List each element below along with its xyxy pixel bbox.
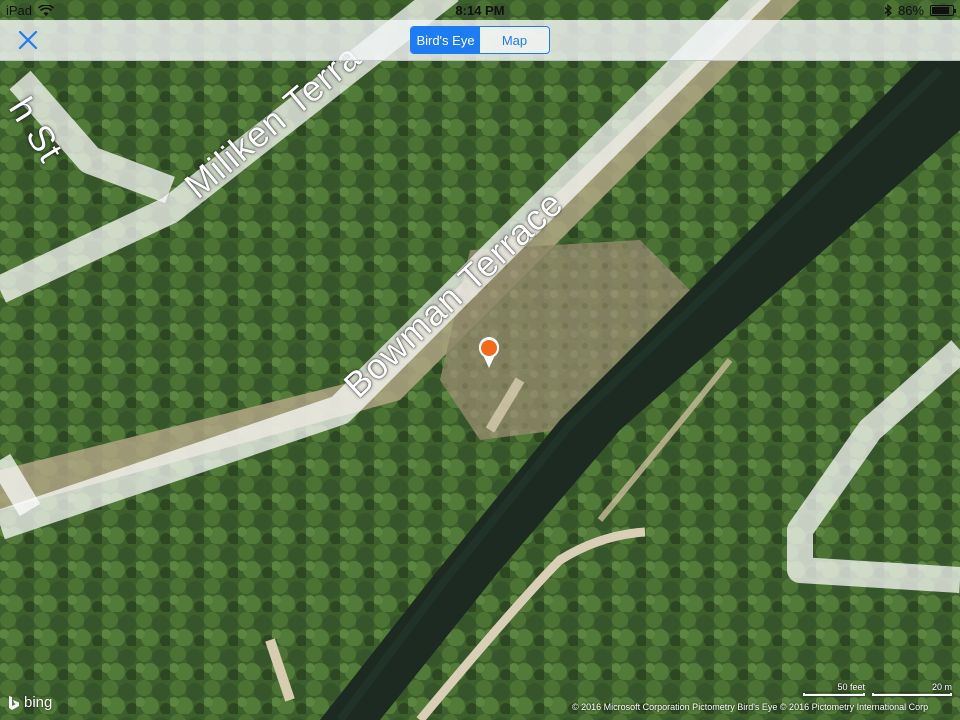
location-pin-icon[interactable] <box>478 337 500 369</box>
bing-logo: bing <box>8 694 52 711</box>
status-bar: iPad 8:14 PM 86% <box>0 0 960 20</box>
status-time: 8:14 PM <box>455 3 505 18</box>
bing-b-icon <box>9 695 19 710</box>
close-button[interactable] <box>14 26 42 54</box>
map-type-segmented-control[interactable]: Bird's Eye Map <box>410 26 550 54</box>
battery-percent: 86% <box>897 3 924 18</box>
scale-meters: 20 m <box>872 682 952 696</box>
scale-meters-label: 20 m <box>931 682 952 692</box>
bluetooth-icon <box>884 4 892 17</box>
copyright-text: © 2016 Microsoft Corporation Pictometry … <box>572 702 929 712</box>
scale-feet: 50 feet <box>803 682 865 696</box>
scale-feet-label: 50 feet <box>837 682 865 692</box>
segment-map[interactable]: Map <box>480 27 549 53</box>
battery-level <box>932 7 950 14</box>
battery-icon <box>930 5 956 16</box>
navigation-bar: Bird's Eye Map <box>0 20 960 61</box>
scale-feet-bar <box>803 693 865 696</box>
bing-logo-text: bing <box>24 694 53 711</box>
scale-meters-bar <box>872 693 952 696</box>
close-x-icon <box>18 30 38 50</box>
segment-birds-eye[interactable]: Bird's Eye <box>411 27 480 53</box>
